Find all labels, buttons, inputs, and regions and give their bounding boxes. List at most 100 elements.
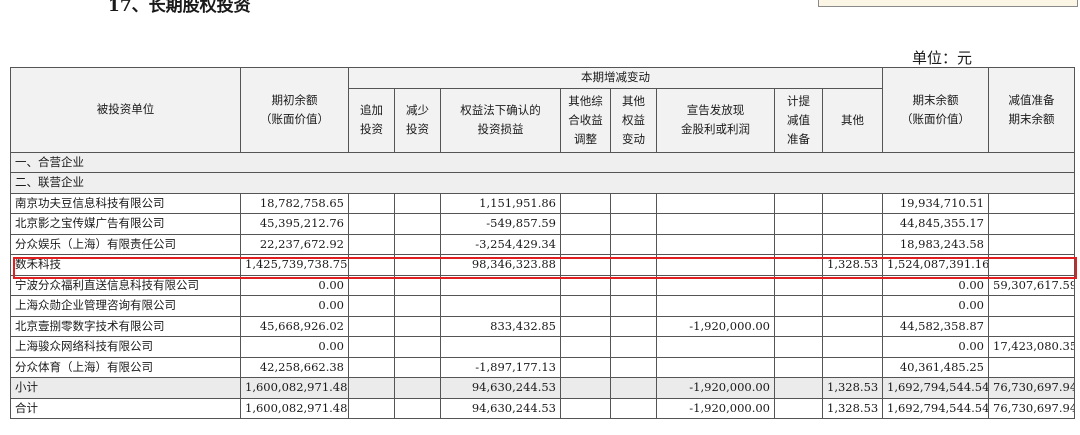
cell-other-equity <box>610 254 657 276</box>
cell-other <box>822 315 883 337</box>
cell-dividend <box>656 233 775 255</box>
cell-name: 宁波分众福利直送信息科技有限公司 <box>10 274 241 296</box>
table-row: 宁波分众福利直送信息科技有限公司 0.00 0.00 59,307,617.59 <box>10 274 1075 296</box>
table-row: 分众体育（上海）有限公司 42,258,662.38 -1,897,177.13 40… <box>10 356 1075 378</box>
cell-name: 小计 <box>10 377 241 399</box>
cell-closing: 0.00 <box>882 274 989 296</box>
page-title: 17、长期股权投资 <box>108 0 251 16</box>
table-row: 上海众勋企业管理咨询有限公司 0.00 0.00 <box>10 295 1075 317</box>
cell-add-invest <box>348 397 395 419</box>
cell-add-invest <box>348 254 395 276</box>
table-row: 数禾科技 1,425,739,738.75 98,346,323.88 1,328.5… <box>10 254 1075 276</box>
cell-equity-gain: 833,432.85 <box>440 315 561 337</box>
cell-oci <box>560 295 611 317</box>
table-row: 北京影之宝传媒广告有限公司 45,395,212.76 -549,857.59 44,… <box>10 213 1075 235</box>
section-joint: 一、合营企业 <box>10 151 1075 173</box>
cell-impairment <box>774 315 823 337</box>
section-associate: 二、联营企业 <box>10 172 1075 194</box>
cell-reserve <box>988 295 1075 317</box>
cell-closing: 44,845,355.17 <box>882 213 989 235</box>
cell-equity-gain: -3,254,429.34 <box>440 233 561 255</box>
cell-equity-gain <box>440 336 561 358</box>
corner-note-box <box>818 0 1078 7</box>
cell-closing: 44,582,358.87 <box>882 315 989 337</box>
cell-other-equity <box>610 315 657 337</box>
cell-impairment <box>774 336 823 358</box>
cell-equity-gain <box>440 274 561 296</box>
cell-closing: 0.00 <box>882 336 989 358</box>
header-investee: 被投资单位 <box>10 67 241 153</box>
table-row: 南京功夫豆信息科技有限公司 18,782,758.65 1,151,951.86 19… <box>10 192 1075 214</box>
cell-other-equity <box>610 274 657 296</box>
cell-reduce-invest <box>394 397 441 419</box>
cell-name: 上海众勋企业管理咨询有限公司 <box>10 295 241 317</box>
cell-impairment <box>774 397 823 419</box>
cell-opening: 0.00 <box>240 274 349 296</box>
cell-oci <box>560 377 611 399</box>
cell-other <box>822 356 883 378</box>
table-row: 小计 1,600,082,971.48 94,630,244.53 -1,920,00… <box>10 377 1075 399</box>
cell-other-equity <box>610 397 657 419</box>
cell-opening: 1,425,739,738.75 <box>240 254 349 276</box>
cell-reserve: 76,730,697.94 <box>988 397 1075 419</box>
cell-dividend: -1,920,000.00 <box>656 397 775 419</box>
cell-oci <box>560 397 611 419</box>
cell-oci <box>560 213 611 235</box>
table-row: 合计 1,600,082,971.48 94,630,244.53 -1,920,00… <box>10 397 1075 419</box>
cell-other <box>822 233 883 255</box>
cell-opening: 22,237,672.92 <box>240 233 349 255</box>
cell-reduce-invest <box>394 377 441 399</box>
cell-dividend <box>656 254 775 276</box>
cell-oci <box>560 356 611 378</box>
cell-name: 上海骏众网络科技有限公司 <box>10 336 241 358</box>
cell-add-invest <box>348 295 395 317</box>
cell-name: 分众体育（上海）有限公司 <box>10 356 241 378</box>
table-row: 北京壹捌零数字技术有限公司 45,668,926.02 833,432.85 -1,9… <box>10 315 1075 337</box>
cell-reserve <box>988 233 1075 255</box>
cell-dividend: -1,920,000.00 <box>656 377 775 399</box>
cell-other <box>822 295 883 317</box>
header-change-group: 本期增减变动 <box>348 67 883 89</box>
cell-add-invest <box>348 192 395 214</box>
cell-opening: 45,395,212.76 <box>240 213 349 235</box>
cell-name: 数禾科技 <box>10 254 241 276</box>
cell-oci <box>560 315 611 337</box>
cell-impairment <box>774 213 823 235</box>
cell-dividend <box>656 336 775 358</box>
cell-reserve <box>988 356 1075 378</box>
cell-other: 1,328.53 <box>822 397 883 419</box>
cell-other <box>822 274 883 296</box>
cell-other: 1,328.53 <box>822 254 883 276</box>
long-term-equity-investment-table: 被投资单位 期初余额 （账面价值） 本期增减变动 期末余额 （账面价值） 减值准备期… <box>10 67 1075 419</box>
cell-opening: 0.00 <box>240 295 349 317</box>
cell-add-invest <box>348 356 395 378</box>
cell-dividend <box>656 356 775 378</box>
cell-other: 1,328.53 <box>822 377 883 399</box>
cell-dividend <box>656 274 775 296</box>
cell-opening: 42,258,662.38 <box>240 356 349 378</box>
cell-dividend <box>656 192 775 214</box>
cell-closing: 1,692,794,544.54 <box>882 377 989 399</box>
table-row: 分众娱乐（上海）有限责任公司 22,237,672.92 -3,254,429.34… <box>10 233 1075 255</box>
cell-impairment <box>774 192 823 214</box>
cell-add-invest <box>348 377 395 399</box>
cell-reserve <box>988 213 1075 235</box>
cell-reduce-invest <box>394 192 441 214</box>
cell-reserve: 76,730,697.94 <box>988 377 1075 399</box>
cell-oci <box>560 274 611 296</box>
cell-reserve: 17,423,080.35 <box>988 336 1075 358</box>
cell-add-invest <box>348 233 395 255</box>
cell-reserve <box>988 192 1075 214</box>
cell-other <box>822 192 883 214</box>
cell-add-invest <box>348 274 395 296</box>
cell-closing: 40,361,485.25 <box>882 356 989 378</box>
cell-closing: 1,524,087,391.16 <box>882 254 989 276</box>
cell-reduce-invest <box>394 336 441 358</box>
unit-label: 单位：元 <box>912 49 973 67</box>
cell-name: 合计 <box>10 397 241 419</box>
cell-closing: 19,934,710.51 <box>882 192 989 214</box>
cell-name: 南京功夫豆信息科技有限公司 <box>10 192 241 214</box>
cell-other-equity <box>610 377 657 399</box>
header-equity-gain: 权益法下确认的 投资损益 <box>440 87 561 153</box>
cell-other-equity <box>610 192 657 214</box>
